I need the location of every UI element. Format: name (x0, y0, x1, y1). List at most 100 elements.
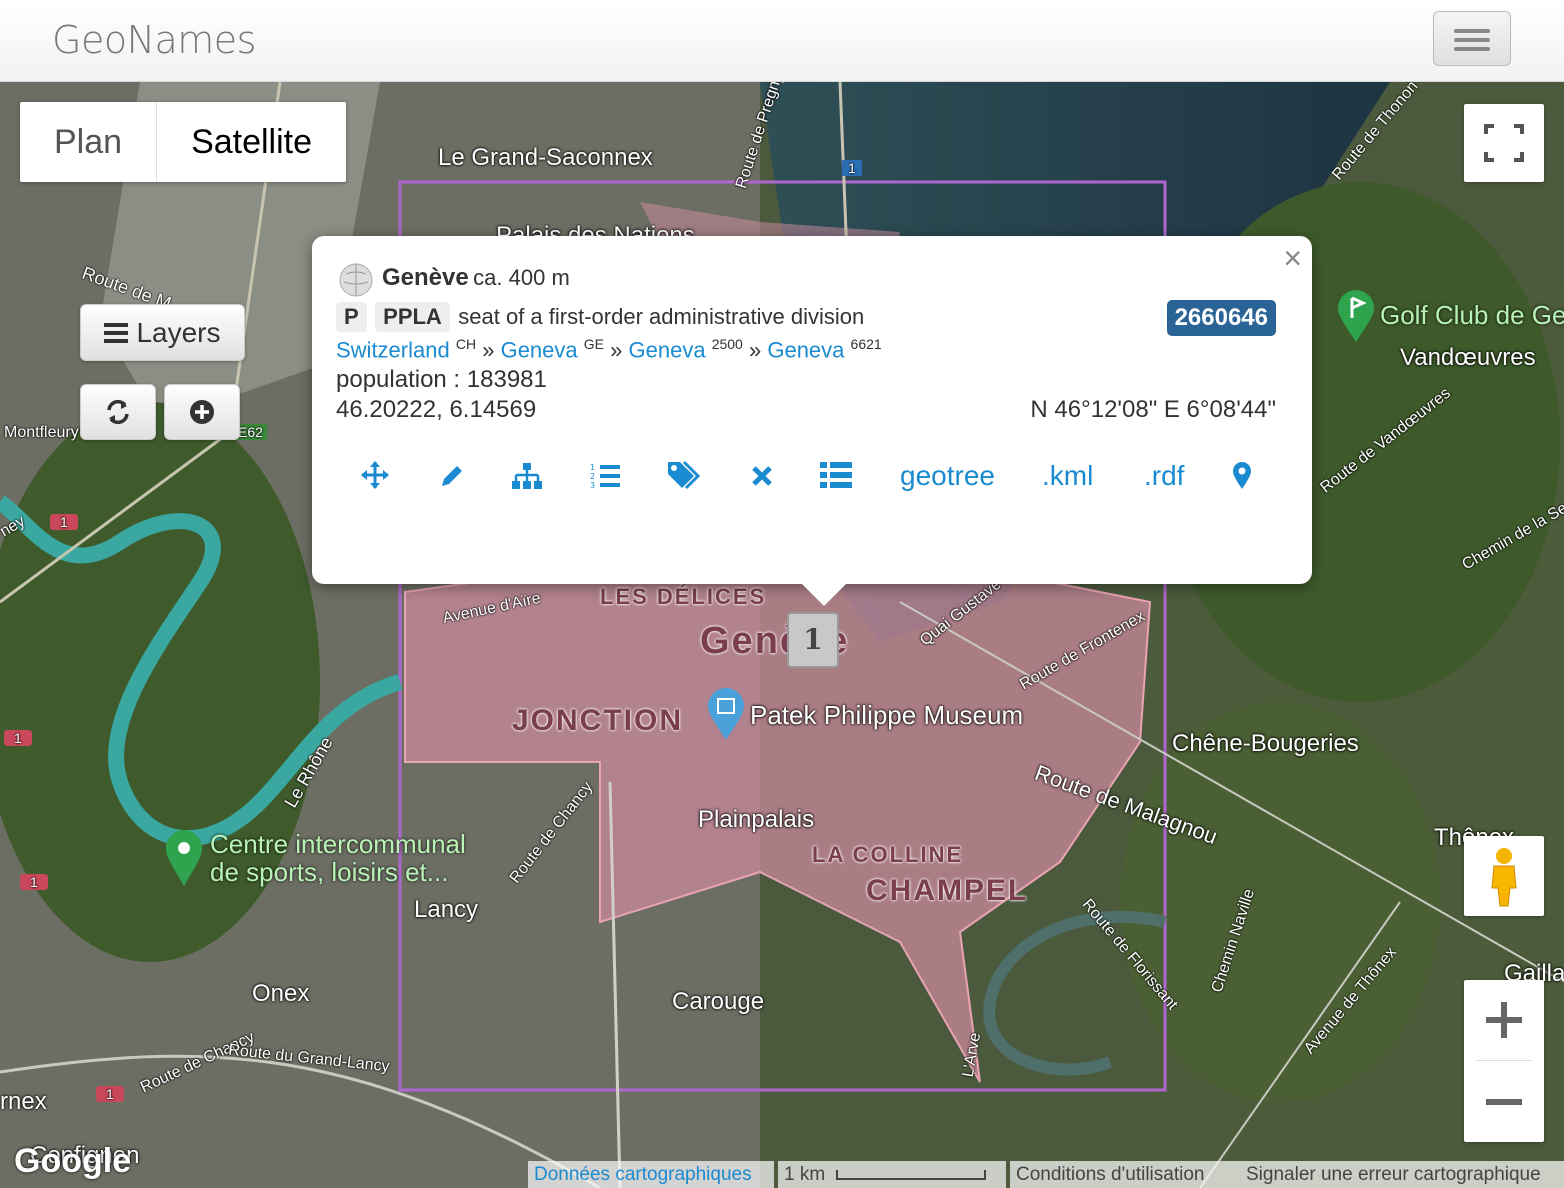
list-icon[interactable] (820, 462, 852, 488)
map-marker-icon[interactable] (1232, 462, 1252, 490)
feature-description: seat of a first-order administrative div… (458, 304, 865, 329)
feature-code-badge: PPLA (375, 302, 450, 332)
hierarchy-link[interactable]: Geneva (629, 337, 706, 362)
hierarchy-icon[interactable] (512, 462, 542, 490)
edit-icon[interactable] (438, 462, 466, 490)
add-button[interactable] (164, 384, 240, 440)
hamburger-bar (1454, 29, 1490, 33)
refresh-icon (107, 399, 129, 425)
hierarchy-code: GE (583, 336, 604, 352)
highway-shield: 1 (842, 160, 862, 176)
layers-button[interactable]: Layers (80, 304, 245, 361)
menu-toggle-button[interactable] (1433, 11, 1511, 66)
kml-link[interactable]: .kml (1042, 460, 1093, 492)
report-error-link[interactable]: Signaler une erreur cartographique (1240, 1161, 1564, 1188)
hierarchy-separator: » (482, 337, 495, 363)
zoom-control (1464, 980, 1544, 1142)
cluster-marker[interactable]: 1 (787, 612, 839, 668)
coordinates-decimal: 46.20222, 6.14569 (336, 396, 537, 423)
refresh-button[interactable] (80, 384, 156, 440)
place-label: Lancy (414, 896, 479, 923)
google-logo[interactable]: Google (14, 1142, 131, 1181)
map-pin-icon[interactable] (164, 828, 204, 888)
place-label: rnex (0, 1088, 47, 1115)
poi-label: Golf Club de Ge (1380, 300, 1564, 330)
delete-icon[interactable] (750, 464, 774, 488)
place-label: Plainpalais (698, 806, 815, 833)
geonameid-badge[interactable]: 2660646 (1166, 300, 1276, 336)
svg-text:2: 2 (590, 472, 595, 481)
popup-tip (800, 582, 848, 606)
hierarchy-code: 6621 (850, 336, 882, 352)
menu-icon (104, 322, 129, 343)
scale-label: 1 km (784, 1164, 826, 1185)
hierarchy-code: 2500 (711, 336, 743, 352)
terms-link[interactable]: Conditions d'utilisation (1010, 1161, 1240, 1188)
elevation: ca. 400 m (473, 265, 570, 290)
layers-label: Layers (136, 316, 221, 348)
brand-logo[interactable]: GeoNames (52, 18, 256, 62)
scale-line (836, 1169, 987, 1180)
navbar: GeoNames (0, 0, 1564, 82)
district-label: JONCTION (512, 704, 684, 737)
numbered-list-icon[interactable]: 1 2 3 (590, 462, 620, 490)
place-label: Carouge (672, 988, 765, 1015)
poi-label: Centre intercommunal de sports, loisirs … (210, 830, 466, 886)
place-label: Le Grand-Saconnex (438, 144, 653, 171)
place-label: Vandœuvres (1400, 344, 1536, 371)
hierarchy-link[interactable]: Geneva (767, 337, 844, 362)
geotree-link[interactable]: geotree (900, 460, 995, 492)
fullscreen-button[interactable] (1464, 104, 1544, 182)
wikipedia-icon[interactable] (338, 262, 374, 298)
place-label: Onex (252, 980, 310, 1007)
map-type-control: Plan Satellite (20, 102, 347, 182)
svg-text:1: 1 (590, 463, 595, 472)
poi-label-line: de sports, loisirs et... (210, 857, 449, 887)
map-data-link[interactable]: Données cartographiques (528, 1161, 774, 1188)
map-type-satellite-button[interactable]: Satellite (156, 102, 346, 182)
population: population : 183981 (336, 366, 547, 393)
street-view-button[interactable] (1464, 836, 1544, 916)
svg-text:3: 3 (590, 481, 595, 490)
hierarchy-separator: » (748, 337, 762, 363)
golf-pin-icon[interactable] (1336, 288, 1376, 344)
move-icon[interactable] (360, 460, 390, 490)
plus-circle-icon (190, 400, 214, 424)
popup-title: Genève ca. 400 m (382, 264, 570, 292)
hierarchy-link[interactable]: Switzerland (336, 337, 450, 362)
map-canvas[interactable]: Le Grand-Saconnex Palais des Nations Gol… (0, 82, 1564, 1188)
popup-toolbar: 1 2 3 geotree .kml .rdf (312, 458, 1312, 498)
zoom-divider (1476, 1060, 1532, 1061)
poi-label: Patek Philippe Museum (750, 700, 1024, 730)
highway-shield: 1 (96, 1086, 124, 1102)
highway-shield: 1 (20, 874, 48, 890)
pegman-icon (1491, 848, 1517, 907)
highway-shield: 1 (4, 730, 32, 746)
tags-icon[interactable] (666, 460, 700, 490)
place-name: Genève (382, 264, 469, 291)
district-label: CHAMPEL (866, 874, 1029, 907)
feature-class-badge: P (336, 302, 367, 332)
hierarchy-separator: » (610, 337, 623, 363)
feature-row: P PPLA seat of a first-order administrat… (336, 302, 864, 332)
rdf-link[interactable]: .rdf (1144, 460, 1184, 492)
place-label: Chêne-Bougeries (1172, 730, 1359, 757)
fullscreen-icon (1484, 124, 1524, 162)
hamburger-bar (1454, 38, 1490, 42)
close-icon[interactable]: × (1283, 240, 1302, 277)
place-popup: × Genève ca. 400 m P PPLA seat of a firs… (312, 236, 1312, 606)
zoom-out-icon[interactable] (1464, 1062, 1544, 1142)
map-type-plan-button[interactable]: Plan (20, 102, 156, 182)
coordinates-dms: N 46°12'08" E 6°08'44" (1030, 396, 1276, 423)
zoom-in-icon[interactable] (1464, 980, 1544, 1060)
place-label: Montfleury (4, 424, 79, 441)
hierarchy-link[interactable]: Geneva (501, 337, 578, 362)
district-label: LA COLLINE (812, 842, 964, 867)
hierarchy-code: CH (455, 336, 477, 352)
scale-bar[interactable]: 1 km (778, 1161, 1006, 1188)
highway-shield: 1 (50, 514, 78, 530)
hamburger-bar (1454, 47, 1490, 51)
museum-pin-icon[interactable] (706, 686, 746, 742)
admin-hierarchy: Switzerland CH » Geneva GE » Geneva 2500… (336, 336, 882, 363)
district-label: LES DÉLICES (600, 584, 767, 609)
